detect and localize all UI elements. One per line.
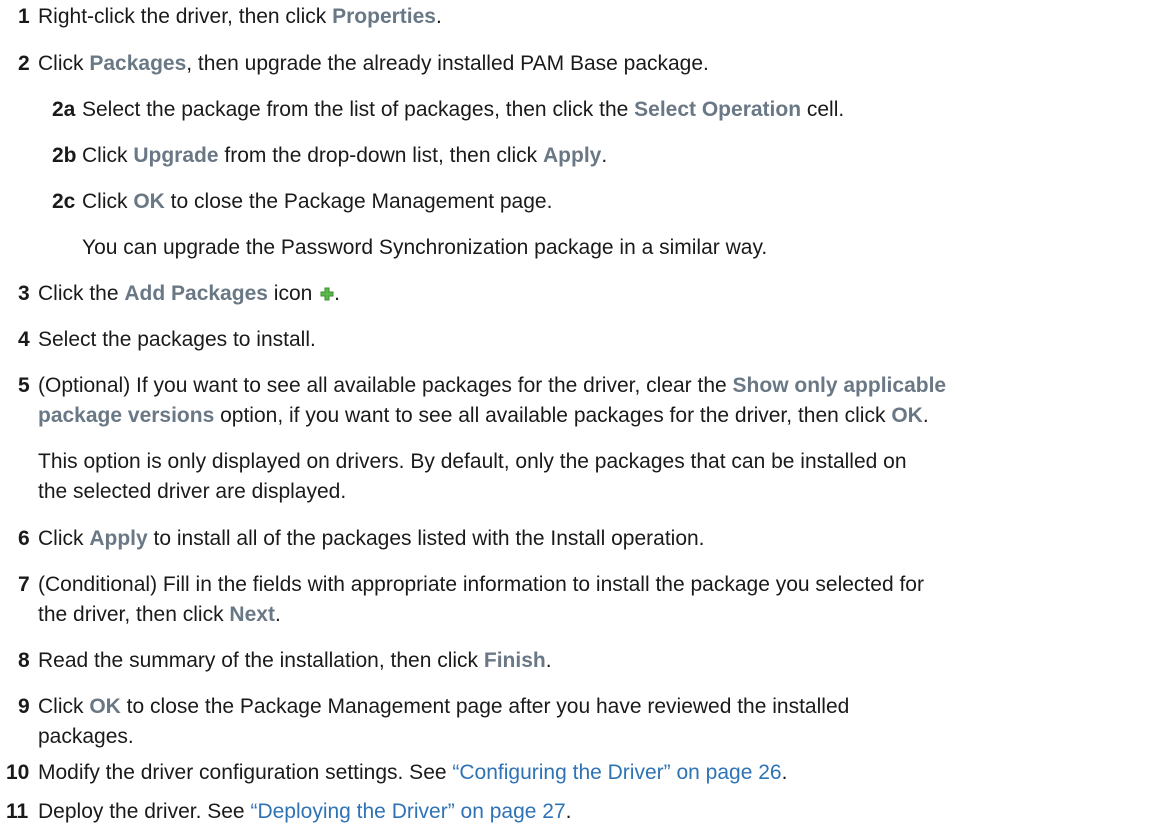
- step-number: 4: [18, 328, 30, 351]
- step-number: 2b: [52, 144, 77, 167]
- select-operation-ui-label: Select Operation: [634, 98, 802, 121]
- step-number: 10: [6, 761, 30, 784]
- step-number: 2: [18, 52, 30, 75]
- upgrade-ui-label: Upgrade: [133, 144, 219, 167]
- ok-ui-label: OK: [89, 695, 121, 718]
- properties-ui-label: Properties: [332, 5, 436, 28]
- step-text: .: [274, 603, 281, 626]
- step-5-note-line-2: the selected driver are displayed.: [38, 480, 347, 503]
- step-text: Click the: [38, 282, 125, 305]
- step-text: Click: [38, 52, 90, 75]
- step-number: 9: [18, 695, 30, 718]
- step-text: the driver, then click: [38, 603, 230, 626]
- step-text: Click: [38, 695, 90, 718]
- step-text: .: [781, 761, 788, 784]
- step-text: Right-click the driver, then click: [38, 5, 333, 28]
- step-number: 1: [18, 5, 30, 28]
- ok-ui-label: OK: [133, 190, 165, 213]
- step-text: to close the Package Management page.: [164, 190, 553, 213]
- deploying-the-driver-link[interactable]: “Deploying the Driver” on page 27: [250, 800, 565, 823]
- configuring-the-driver-link[interactable]: “Configuring the Driver” on page 26: [452, 761, 781, 784]
- step-text: from the drop-down list, then click: [218, 144, 543, 167]
- step-text: .: [435, 5, 442, 28]
- step-9-line-2: packages.: [38, 725, 134, 748]
- step-number: 11: [6, 800, 29, 823]
- step-text: option, if you want to see all available…: [214, 404, 892, 427]
- step-number: 2a: [52, 98, 76, 121]
- packages-ui-label: Packages: [89, 52, 187, 75]
- step-text: to close the Package Management page aft…: [120, 695, 850, 718]
- next-ui-label: Next: [229, 603, 275, 626]
- step-number: 6: [18, 527, 30, 550]
- step-5-line-2: package versions option, if you want to …: [38, 403, 929, 429]
- show-only-applicable-ui-label: Show only applicable: [732, 374, 947, 397]
- step-text: .: [922, 404, 929, 427]
- apply-ui-label: Apply: [543, 144, 602, 167]
- step-text: .: [334, 282, 340, 305]
- step-text: (Conditional) Fill in the fields with ap…: [38, 573, 924, 596]
- step-text: Select the packages to install.: [38, 328, 316, 351]
- step-text: Click: [38, 527, 90, 550]
- plus-icon: [320, 287, 334, 301]
- step-text: Select the package from the list of pack…: [82, 98, 635, 121]
- ok-ui-label: OK: [891, 404, 923, 427]
- step-text: .: [545, 649, 552, 672]
- step-text: .: [565, 800, 572, 823]
- step-text: cell.: [801, 98, 845, 121]
- step-2-note: You can upgrade the Password Synchroniza…: [82, 236, 768, 259]
- step-text: Deploy the driver. See: [38, 800, 251, 823]
- finish-ui-label: Finish: [483, 649, 546, 672]
- apply-ui-label: Apply: [89, 527, 148, 550]
- step-text: icon: [267, 282, 319, 305]
- step-number: 3: [18, 282, 30, 305]
- step-text: to install all of the packages listed wi…: [147, 527, 705, 550]
- step-text: .: [601, 144, 608, 167]
- step-text: , then upgrade the already installed PAM…: [186, 52, 709, 75]
- step-7-line-2: the driver, then click Next.: [38, 602, 281, 628]
- step-number: 8: [18, 649, 30, 672]
- step-number: 5: [18, 374, 30, 397]
- step-text: (Optional) If you want to see all availa…: [38, 374, 733, 397]
- step-text: Read the summary of the installation, th…: [38, 649, 484, 672]
- step-text: Modify the driver configuration settings…: [38, 761, 453, 784]
- step-number: 2c: [52, 190, 76, 213]
- step-5-note-line-1: This option is only displayed on drivers…: [38, 450, 907, 473]
- step-number: 7: [18, 573, 30, 596]
- step-text: Click: [82, 190, 134, 213]
- step-text: Click: [82, 144, 134, 167]
- package-versions-ui-label: package versions: [38, 404, 215, 427]
- add-packages-ui-label: Add Packages: [124, 282, 268, 305]
